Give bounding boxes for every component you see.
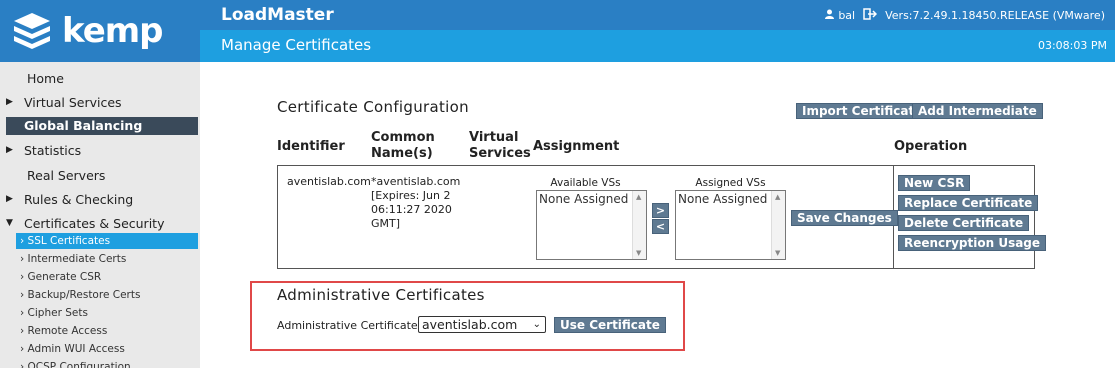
page-title: Manage Certificates — [221, 36, 372, 54]
add-intermediate-button[interactable]: Add Intermediate — [912, 103, 1043, 119]
kemp-logo-icon — [14, 13, 50, 49]
top-right-info: bal Vers:7.2.49.1.18450.RELEASE (VMware) — [825, 8, 1105, 23]
cert-common-name: *aventislab.com [Expires: Jun 2 06:11:27… — [371, 175, 461, 230]
app-title: LoadMaster — [221, 5, 334, 25]
sidebar-subitem-admin-wui-access[interactable]: › Admin WUI Access — [16, 341, 198, 357]
scroll-down-icon[interactable]: ▼ — [775, 249, 780, 257]
kemp-logo[interactable]: kemp — [0, 0, 200, 62]
col-common-name: Common Name(s) — [371, 130, 435, 161]
available-vss-option[interactable]: None Assigned — [539, 192, 628, 206]
top-bar: LoadMaster bal Vers:7.2.49.1.18450.RELEA… — [200, 0, 1115, 30]
logout-icon[interactable] — [863, 8, 878, 23]
col-assignment: Assignment — [533, 139, 620, 154]
user-name[interactable]: bal — [838, 9, 855, 22]
sidebar-subitem-backup-restore-certs[interactable]: › Backup/Restore Certs — [16, 287, 198, 303]
col-operation: Operation — [894, 139, 968, 154]
delete-certificate-button[interactable]: Delete Certificate — [898, 215, 1030, 231]
chevron-right-icon: ▶ — [6, 97, 13, 107]
use-certificate-button[interactable]: Use Certificate — [554, 317, 666, 333]
available-vss-list[interactable]: None Assigned ▲ ▼ — [536, 190, 647, 260]
move-left-button[interactable]: < — [652, 219, 669, 234]
sidebar-subitem-ocsp-configuration[interactable]: › OCSP Configuration — [16, 359, 198, 368]
sidebar-subitem-remote-access[interactable]: › Remote Access — [16, 323, 198, 339]
chevron-right-icon: ▶ — [6, 194, 13, 204]
page-header: Manage Certificates 03:08:03 PM — [200, 30, 1115, 62]
sidebar-item-global-balancing[interactable]: Global Balancing — [6, 117, 198, 135]
sidebar-item-real-servers[interactable]: Real Servers — [6, 168, 198, 184]
logo-text: kemp — [62, 11, 164, 51]
sidebar: Home ▶ Virtual Services Global Balancing… — [0, 62, 200, 368]
clock: 03:08:03 PM — [1037, 39, 1107, 52]
sidebar-subitem-generate-csr[interactable]: › Generate CSR — [16, 269, 198, 285]
admin-cert-select[interactable]: aventislab.com ⌄ — [418, 316, 546, 333]
sidebar-subitem-cipher-sets[interactable]: › Cipher Sets — [16, 305, 198, 321]
scrollbar[interactable]: ▲ ▼ — [632, 191, 646, 259]
cert-config-title: Certificate Configuration — [277, 98, 469, 116]
chevron-down-icon: ⌄ — [532, 319, 541, 330]
sidebar-item-certificates-security[interactable]: ▼ Certificates & Security — [6, 216, 198, 232]
scrollbar[interactable]: ▲ ▼ — [771, 191, 785, 259]
available-vss-label: Available VSs — [550, 177, 621, 189]
assigned-vss-label: Assigned VSs — [695, 177, 766, 189]
replace-certificate-button[interactable]: Replace Certificate — [898, 195, 1039, 211]
admin-cert-label: Administrative Certificate — [277, 319, 418, 332]
sidebar-item-virtual-services[interactable]: ▶ Virtual Services — [6, 95, 198, 111]
sidebar-item-home[interactable]: Home — [6, 71, 198, 87]
sidebar-item-rules-checking[interactable]: ▶ Rules & Checking — [6, 192, 198, 208]
scroll-up-icon[interactable]: ▲ — [775, 193, 780, 201]
save-changes-button[interactable]: Save Changes — [791, 210, 898, 226]
assigned-vss-option[interactable]: None Assigned — [678, 192, 767, 206]
scroll-down-icon[interactable]: ▼ — [636, 249, 641, 257]
admin-cert-title: Administrative Certificates — [277, 286, 485, 304]
reencryption-usage-button[interactable]: Reencryption Usage — [898, 235, 1047, 251]
col-identifier: Identifier — [277, 139, 345, 154]
move-right-button[interactable]: > — [652, 203, 669, 218]
sidebar-subitem-intermediate-certs[interactable]: › Intermediate Certs — [16, 251, 198, 267]
chevron-right-icon: ▶ — [6, 145, 13, 155]
scroll-up-icon[interactable]: ▲ — [636, 193, 641, 201]
sidebar-item-statistics[interactable]: ▶ Statistics — [6, 143, 198, 159]
cert-identifier: aventislab.com — [287, 175, 371, 188]
user-icon — [825, 9, 835, 22]
col-virtual-services: Virtual Services — [469, 130, 531, 161]
new-csr-button[interactable]: New CSR — [898, 175, 971, 191]
import-certificate-button[interactable]: Import Certificate — [796, 103, 929, 119]
version-info: Vers:7.2.49.1.18450.RELEASE (VMware) — [885, 9, 1105, 22]
admin-cert-selected: aventislab.com — [422, 317, 518, 332]
sidebar-subitem-ssl-certificates[interactable]: › SSL Certificates — [16, 233, 198, 249]
chevron-down-icon: ▼ — [6, 218, 13, 228]
assigned-vss-list[interactable]: None Assigned ▲ ▼ — [675, 190, 786, 260]
